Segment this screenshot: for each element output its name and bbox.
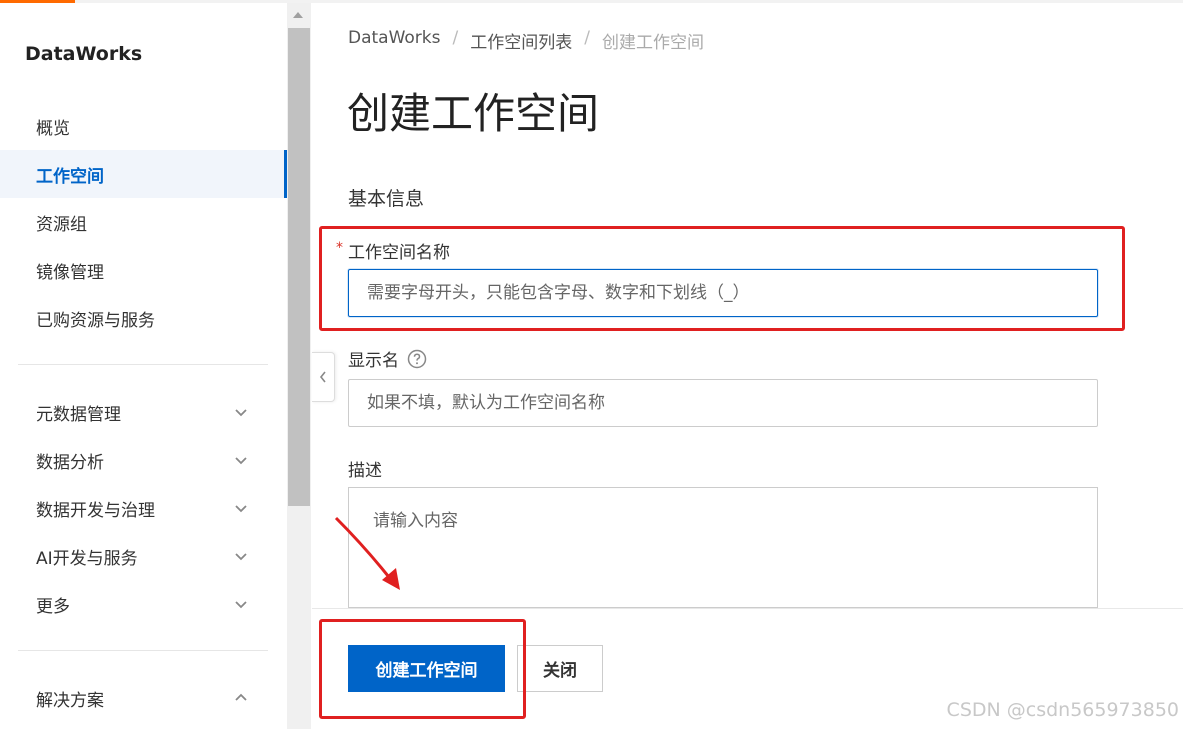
display-name-input[interactable] (348, 379, 1098, 427)
sidebar-group-label: 元数据管理 (36, 404, 121, 425)
sidebar-group-data-analysis[interactable]: 数据分析 (0, 436, 287, 484)
chevron-left-icon (319, 371, 326, 383)
sidebar-group-solutions[interactable]: 解决方案 (0, 674, 287, 722)
sidebar-group-label: 解决方案 (36, 690, 104, 711)
breadcrumb-separator: / (452, 28, 459, 48)
chevron-down-icon (235, 553, 247, 561)
sidebar-item-purchased-resources[interactable]: 已购资源与服务 (0, 294, 287, 342)
sidebar-item-label: 概览 (36, 118, 70, 139)
scrollbar-thumb[interactable] (288, 28, 310, 506)
chevron-down-icon (235, 601, 247, 609)
sidebar-item-workspace[interactable]: 工作空间 (0, 150, 287, 198)
description-textarea[interactable] (348, 487, 1098, 608)
page-title: 创建工作空间 (347, 89, 600, 138)
breadcrumb: DataWorks / 工作空间列表 / 创建工作空间 (348, 28, 704, 53)
field-label-text: 显示名 (348, 351, 399, 371)
section-title: 基本信息 (348, 188, 425, 210)
watermark: CSDN @csdn565973850 (946, 699, 1179, 721)
highlight-box-create-button (319, 619, 526, 719)
highlight-box-name-field (319, 226, 1125, 331)
sidebar-item-label: 资源组 (36, 214, 87, 235)
sidebar-group-label: 数据开发与治理 (36, 500, 155, 521)
help-icon[interactable] (407, 349, 427, 369)
sidebar: DataWorks 概览 工作空间 资源组 镜像管理 已购资源与服务 元数据管理… (0, 3, 287, 729)
close-button[interactable]: 关闭 (517, 645, 603, 692)
scroll-up-arrow-icon[interactable] (292, 10, 304, 20)
sidebar-group-label: 更多 (36, 596, 70, 617)
footer-divider (312, 608, 1183, 609)
sidebar-group-more[interactable]: 更多 (0, 580, 287, 628)
chevron-down-icon (235, 457, 247, 465)
sidebar-group-label: 数据分析 (36, 452, 104, 473)
sidebar-collapse-button[interactable] (312, 352, 335, 402)
sidebar-group-label: AI开发与服务 (36, 548, 138, 569)
description-label: 描述 (348, 456, 382, 481)
sidebar-item-label: 已购资源与服务 (36, 310, 155, 331)
sidebar-divider (18, 650, 268, 651)
breadcrumb-item-current: 创建工作空间 (601, 33, 704, 53)
brand-title: DataWorks (25, 43, 143, 65)
sidebar-item-overview[interactable]: 概览 (0, 102, 287, 150)
annotation-arrow-icon (334, 516, 400, 590)
breadcrumb-item-dataworks[interactable]: DataWorks (348, 28, 441, 53)
sidebar-divider (18, 364, 268, 365)
breadcrumb-separator: / (584, 28, 590, 48)
sidebar-group-metadata[interactable]: 元数据管理 (0, 388, 287, 436)
chevron-down-icon (235, 505, 247, 513)
breadcrumb-item-workspace-list[interactable]: 工作空间列表 (470, 28, 572, 53)
chevron-up-icon (235, 693, 247, 701)
sidebar-group-ai-dev[interactable]: AI开发与服务 (0, 532, 287, 580)
display-name-label: 显示名 (348, 346, 427, 371)
field-label-text: 描述 (348, 461, 382, 481)
sidebar-item-image-management[interactable]: 镜像管理 (0, 246, 287, 294)
sidebar-item-label: 镜像管理 (36, 262, 104, 283)
sidebar-group-data-dev[interactable]: 数据开发与治理 (0, 484, 287, 532)
chevron-down-icon (235, 409, 247, 417)
sidebar-item-label: 工作空间 (36, 166, 104, 187)
sidebar-item-resource-group[interactable]: 资源组 (0, 198, 287, 246)
